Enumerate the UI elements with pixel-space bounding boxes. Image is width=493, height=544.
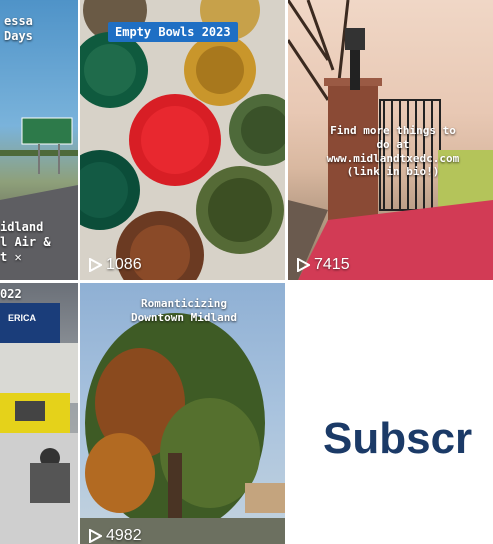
view-count: 4982 xyxy=(88,527,142,544)
play-icon xyxy=(88,528,104,544)
video-tile-odessa[interactable]: essa Days idland l Air & t ✕ xyxy=(0,0,78,280)
view-count-text: 4982 xyxy=(106,527,142,544)
video-tile-downtown-tree[interactable]: Romanticizing Downtown Midland 4982 xyxy=(80,283,285,544)
expo-year-text: 022 xyxy=(0,287,22,301)
empty-bowls-badge: Empty Bowls 2023 xyxy=(108,22,238,42)
lamp-caption: Find more things to do at www.midlandtxe… xyxy=(326,124,460,179)
view-count: 7415 xyxy=(296,256,350,274)
video-tile-expo[interactable]: 022 ERICA xyxy=(0,283,78,544)
view-count: 1086 xyxy=(88,256,142,274)
view-count-text: 7415 xyxy=(314,256,350,273)
view-count-text: 1086 xyxy=(106,256,142,273)
odessa-bottom-text: idland l Air & t ✕ xyxy=(0,220,51,264)
play-icon xyxy=(88,257,104,273)
expo-sign-text: ERICA xyxy=(8,313,37,323)
play-icon xyxy=(296,257,312,273)
video-tile-empty-bowls[interactable]: Empty Bowls 2023 1086 xyxy=(80,0,285,280)
bowls-scene xyxy=(80,0,285,280)
odessa-title-text: essa Days xyxy=(4,14,33,43)
subscribe-heading[interactable]: Subscr xyxy=(323,414,472,464)
tree-caption: Romanticizing Downtown Midland xyxy=(131,297,237,324)
video-tile-midland-lamp[interactable]: Find more things to do at www.midlandtxe… xyxy=(288,0,493,280)
